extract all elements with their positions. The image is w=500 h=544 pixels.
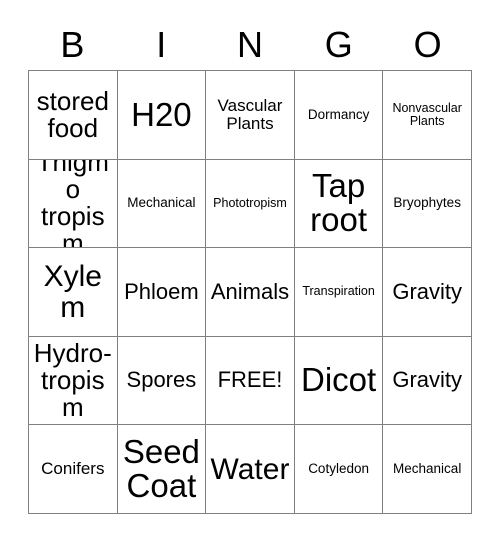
bingo-cell-label: H20 — [131, 95, 192, 133]
bingo-cell-r5c1[interactable]: Conifers — [29, 425, 118, 514]
bingo-cell-r2c3[interactable]: Phototropism — [206, 159, 295, 249]
bingo-cell-r5c5[interactable]: Mechanical — [383, 425, 472, 514]
bingo-cell-label: Spores — [126, 367, 197, 393]
bingo-cell-label: Nonvascular Plants — [392, 100, 462, 128]
bingo-header-letter-g: G — [324, 24, 353, 65]
bingo-cell-r4c1[interactable]: Hydro- tropism — [29, 336, 118, 426]
bingo-cell-label: Cotyledon — [308, 461, 369, 477]
bingo-cell-label: Dicot — [301, 361, 377, 399]
bingo-cell-r3c1[interactable]: Xylem — [29, 248, 118, 337]
bingo-header: B I N G O — [28, 22, 472, 68]
bingo-cell-label: stored food — [36, 85, 109, 143]
bingo-cell-r4c5[interactable]: Gravity — [383, 336, 472, 426]
bingo-header-letter-n: N — [236, 24, 263, 65]
bingo-header-letter-b: B — [60, 24, 85, 65]
bingo-cell-label: Bryophytes — [393, 195, 461, 211]
bingo-cell-label: Dormancy — [307, 106, 370, 122]
bingo-cell-label: Gravity — [392, 367, 463, 393]
bingo-cell-label: Transpiration — [302, 284, 375, 299]
bingo-cell-r5c3[interactable]: Water — [206, 425, 295, 514]
bingo-cell-r5c2[interactable]: Seed Coat — [117, 425, 207, 514]
bingo-cell-label: Phloem — [124, 278, 199, 304]
bingo-header-letter-o: O — [413, 24, 442, 65]
bingo-cell-label: Phototropism — [213, 195, 287, 210]
bingo-cell-r2c2[interactable]: Mechanical — [117, 159, 207, 249]
bingo-cell-label: Mechanical — [127, 195, 196, 211]
bingo-cell-label: Thigmo tropism — [36, 159, 109, 249]
bingo-cell-label: Seed Coat — [122, 432, 200, 505]
bingo-cell-label: Xylem — [43, 259, 102, 324]
bingo-cell-r3c2[interactable]: Phloem — [117, 248, 207, 337]
bingo-cell-r1c2[interactable]: H20 — [117, 71, 207, 160]
bingo-cell-r1c4[interactable]: Dormancy — [294, 71, 384, 160]
bingo-cell-r2c4[interactable]: Tap root — [294, 159, 384, 249]
bingo-cell-label: Conifers — [41, 459, 105, 479]
bingo-cell-r1c1[interactable]: stored food — [29, 71, 118, 160]
bingo-cell-r1c5[interactable]: Nonvascular Plants — [383, 71, 472, 160]
bingo-cell-label: Tap root — [310, 167, 368, 239]
bingo-cell-r3c3[interactable]: Animals — [206, 248, 295, 337]
bingo-cell-r3c5[interactable]: Gravity — [383, 248, 472, 337]
bingo-cell-r2c1[interactable]: Thigmo tropism — [29, 159, 118, 249]
bingo-grid: stored food H20 Vascular Plants Dormancy… — [28, 70, 472, 514]
bingo-cell-r1c3[interactable]: Vascular Plants — [206, 71, 295, 160]
bingo-cell-label: Hydro- tropism — [33, 338, 112, 423]
bingo-card: B I N G O stored food H20 Vascular Plant… — [0, 0, 500, 544]
bingo-cell-label: FREE! — [217, 367, 283, 393]
bingo-cell-r2c5[interactable]: Bryophytes — [383, 159, 472, 249]
bingo-cell-r3c4[interactable]: Transpiration — [294, 248, 384, 337]
bingo-cell-label: Water — [210, 452, 290, 486]
bingo-cell-label: Vascular Plants — [217, 96, 283, 133]
bingo-cell-label: Animals — [210, 278, 290, 304]
bingo-cell-label: Gravity — [392, 278, 463, 304]
bingo-header-letter-i: I — [156, 24, 167, 65]
bingo-cell-free-space[interactable]: FREE! — [206, 336, 295, 426]
bingo-cell-label: Mechanical — [393, 461, 462, 477]
bingo-cell-r4c4[interactable]: Dicot — [294, 336, 384, 426]
bingo-cell-r4c2[interactable]: Spores — [117, 336, 207, 426]
bingo-cell-r5c4[interactable]: Cotyledon — [294, 425, 384, 514]
